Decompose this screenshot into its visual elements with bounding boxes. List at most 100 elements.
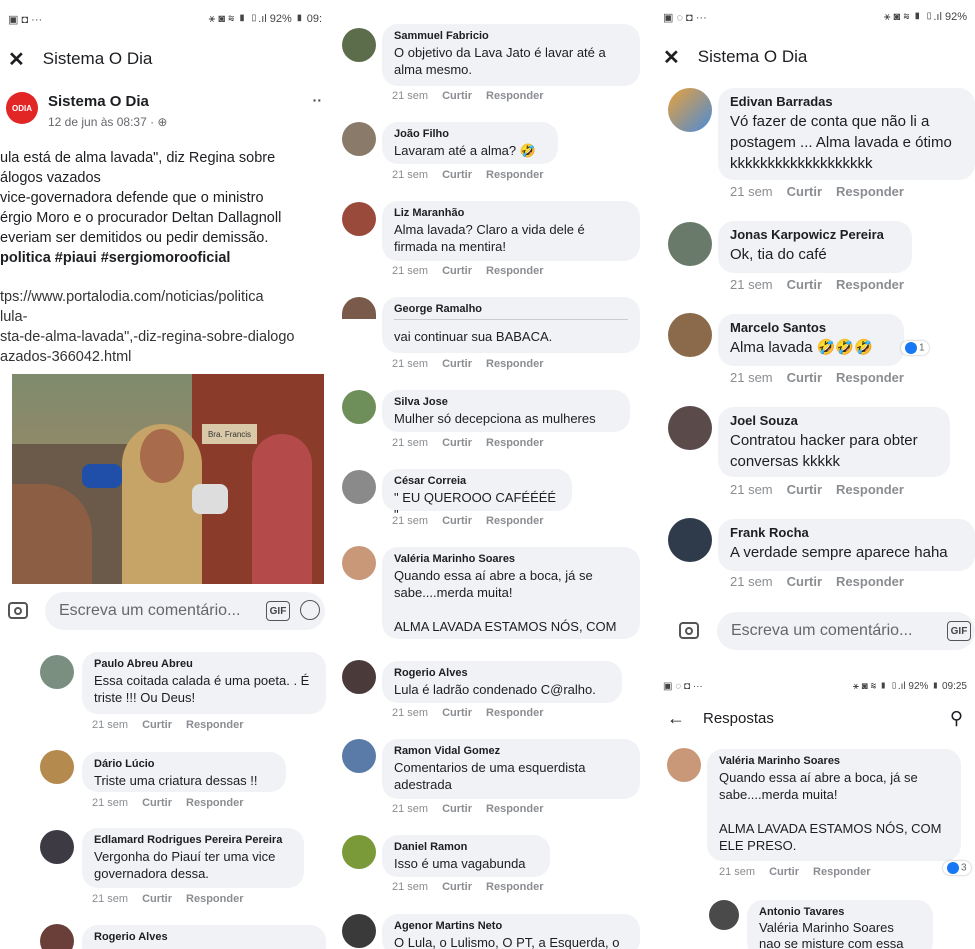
comment-author[interactable]: Silva Jose: [394, 396, 618, 408]
reply-button[interactable]: Responder: [486, 90, 543, 102]
like-button[interactable]: Curtir: [442, 881, 472, 893]
avatar[interactable]: [40, 750, 74, 784]
reaction-count[interactable]: 1: [901, 341, 929, 355]
comment-author[interactable]: Rogerio Alves: [394, 667, 610, 679]
reply-button[interactable]: Responder: [486, 881, 543, 893]
close-icon[interactable]: ✕: [663, 45, 680, 70]
avatar[interactable]: [668, 313, 712, 357]
comment-author[interactable]: César Correia: [394, 475, 560, 487]
avatar[interactable]: [667, 748, 701, 782]
gif-icon[interactable]: GIF: [266, 601, 290, 621]
reaction-count[interactable]: 3: [943, 861, 971, 875]
reply-button[interactable]: Responder: [486, 437, 543, 449]
avatar[interactable]: [342, 739, 376, 773]
reply-button[interactable]: Responder: [813, 866, 870, 878]
like-button[interactable]: Curtir: [442, 803, 472, 815]
avatar[interactable]: [40, 830, 74, 864]
back-arrow-icon[interactable]: ←: [667, 708, 685, 729]
avatar[interactable]: [40, 924, 74, 949]
reply-button[interactable]: Responder: [486, 358, 543, 370]
comment-author[interactable]: Rogerio Alves: [94, 931, 314, 943]
avatar[interactable]: [342, 835, 376, 869]
like-button[interactable]: Curtir: [787, 277, 822, 292]
avatar[interactable]: [342, 914, 376, 948]
comment-author[interactable]: Daniel Ramon: [394, 841, 538, 853]
comment-author[interactable]: Ramon Vidal Gomez: [394, 745, 628, 757]
close-icon[interactable]: ✕: [8, 47, 25, 72]
link-line[interactable]: azados-366042.html: [0, 347, 330, 367]
comment-author[interactable]: Sammuel Fabricio: [394, 30, 628, 42]
avatar[interactable]: [342, 546, 376, 580]
reply-button[interactable]: Responder: [486, 169, 543, 181]
avatar[interactable]: [668, 518, 712, 562]
reply-button[interactable]: Responder: [186, 719, 243, 731]
like-button[interactable]: Curtir: [787, 574, 822, 589]
reply-button[interactable]: Responder: [486, 707, 543, 719]
camera-icon[interactable]: [679, 622, 699, 639]
reply-button[interactable]: Responder: [836, 370, 904, 385]
comment-author[interactable]: Paulo Abreu Abreu: [94, 658, 314, 670]
reply-button[interactable]: Responder: [836, 482, 904, 497]
comment-author[interactable]: George Ramalho: [394, 303, 628, 315]
like-button[interactable]: Curtir: [442, 265, 472, 277]
link-line[interactable]: sta-de-alma-lavada",-diz-regina-sobre-di…: [0, 327, 330, 347]
like-button[interactable]: Curtir: [442, 90, 472, 102]
link-line[interactable]: tps://www.portalodia.com/noticias/politi…: [0, 287, 330, 307]
like-button[interactable]: Curtir: [787, 482, 822, 497]
avatar[interactable]: [342, 122, 376, 156]
reply-button[interactable]: Responder: [486, 515, 543, 527]
emoji-icon[interactable]: [300, 600, 320, 620]
avatar[interactable]: [342, 660, 376, 694]
comment-author[interactable]: Agenor Martins Neto: [394, 920, 628, 932]
avatar[interactable]: [342, 297, 376, 319]
like-button[interactable]: Curtir: [142, 893, 172, 905]
avatar[interactable]: [342, 470, 376, 504]
comment-author[interactable]: Frank Rocha: [730, 525, 963, 540]
camera-icon[interactable]: [8, 602, 28, 619]
avatar[interactable]: [342, 390, 376, 424]
like-button[interactable]: Curtir: [142, 719, 172, 731]
like-button[interactable]: Curtir: [442, 437, 472, 449]
avatar[interactable]: [668, 406, 712, 450]
post-hashtags[interactable]: politica #piaui #sergiomorooficial: [0, 248, 330, 268]
post-author[interactable]: Sistema O Dia: [48, 93, 149, 110]
comment-author[interactable]: Edlamard Rodrigues Pereira Pereira: [94, 834, 292, 846]
like-button[interactable]: Curtir: [142, 797, 172, 809]
comment-author[interactable]: João Filho: [394, 128, 546, 140]
comment-author[interactable]: Valéria Marinho Soares: [719, 755, 949, 767]
avatar[interactable]: [668, 88, 712, 132]
reply-button[interactable]: Responder: [836, 184, 904, 199]
like-button[interactable]: Curtir: [442, 169, 472, 181]
post-link[interactable]: tps://www.portalodia.com/noticias/politi…: [0, 287, 330, 367]
reply-button[interactable]: Responder: [836, 574, 904, 589]
post-photo[interactable]: Bra. Francis: [12, 374, 324, 584]
comment-author[interactable]: Edivan Barradas: [730, 94, 963, 109]
comment-author[interactable]: Jonas Karpowicz Pereira: [730, 227, 900, 242]
comment-author[interactable]: Marcelo Santos: [730, 320, 892, 335]
like-button[interactable]: Curtir: [787, 184, 822, 199]
avatar[interactable]: [668, 222, 712, 266]
like-button[interactable]: Curtir: [787, 370, 822, 385]
comment-author[interactable]: Liz Maranhão: [394, 207, 628, 219]
reply-button[interactable]: Responder: [486, 803, 543, 815]
comment-author[interactable]: Dário Lúcio: [94, 758, 274, 770]
like-button[interactable]: Curtir: [442, 358, 472, 370]
comment-author[interactable]: Valéria Marinho Soares: [394, 553, 628, 565]
post-menu-icon[interactable]: ··: [313, 92, 322, 108]
comment-input[interactable]: Escreva um comentário...: [717, 612, 975, 650]
reply-button[interactable]: Responder: [186, 893, 243, 905]
gif-icon[interactable]: GIF: [947, 621, 971, 641]
link-line[interactable]: lula-: [0, 307, 330, 327]
comment-author[interactable]: Joel Souza: [730, 413, 938, 428]
avatar[interactable]: [342, 28, 376, 62]
search-icon[interactable]: ⚲: [950, 708, 963, 729]
like-button[interactable]: Curtir: [769, 866, 799, 878]
like-button[interactable]: Curtir: [442, 707, 472, 719]
avatar[interactable]: [709, 900, 739, 930]
reply-button[interactable]: Responder: [836, 277, 904, 292]
reply-button[interactable]: Responder: [486, 265, 543, 277]
reply-button[interactable]: Responder: [186, 797, 243, 809]
avatar[interactable]: [342, 202, 376, 236]
comment-author[interactable]: Antonio Tavares: [759, 906, 921, 918]
like-button[interactable]: Curtir: [442, 515, 472, 527]
